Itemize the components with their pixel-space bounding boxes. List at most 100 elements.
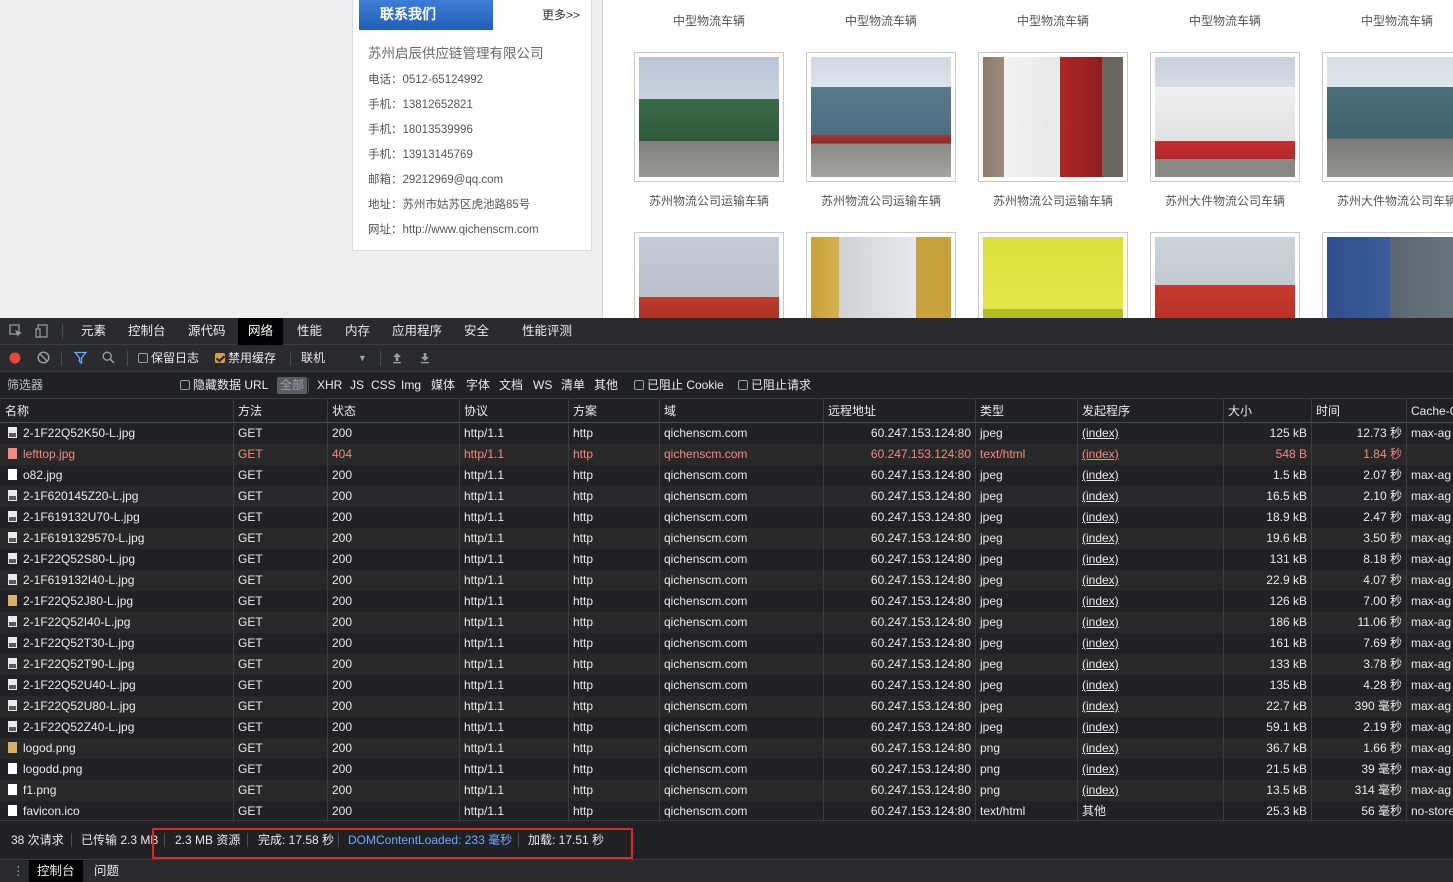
table-row[interactable]: 2-1F22Q52S80-L.jpg GET 200 http/1.1 http qich… (0, 549, 1453, 570)
initiator-value[interactable]: (index) (1082, 510, 1119, 524)
cell-initiator[interactable]: (index) (1077, 486, 1223, 507)
gallery-caption[interactable]: 中型物流车辆 (801, 12, 961, 29)
initiator-value[interactable]: (index) (1082, 615, 1119, 629)
table-row[interactable]: 2-1F619132I40-L.jpg GET 200 http/1.1 http qic… (0, 570, 1453, 591)
filter-media[interactable]: 媒体 (431, 372, 455, 399)
column-header-scheme[interactable]: 方案 (568, 399, 659, 423)
initiator-value[interactable]: (index) (1082, 783, 1119, 797)
vehicle-photo[interactable] (1322, 232, 1453, 318)
blocked-requests-checkbox[interactable]: 已阻止请求 (738, 372, 811, 399)
disable-cache-checkbox[interactable]: 禁用缓存 (215, 345, 276, 372)
column-header-size[interactable]: 大小 (1223, 399, 1311, 423)
column-header-protocol[interactable]: 协议 (459, 399, 568, 423)
table-row[interactable]: o82.jpg GET 200 http/1.1 http qichenscm.com 60… (0, 465, 1453, 486)
vehicle-photo[interactable] (634, 52, 784, 182)
filter-other[interactable]: 其他 (594, 372, 618, 399)
gallery-caption[interactable]: 苏州大件物流公司车辆 (1145, 192, 1305, 209)
table-row[interactable]: logodd.png GET 200 http/1.1 http qichenscm.co… (0, 759, 1453, 780)
cell-initiator[interactable]: (index) (1077, 759, 1223, 780)
initiator-value[interactable]: (index) (1082, 741, 1119, 755)
cell-initiator[interactable]: (index) (1077, 465, 1223, 486)
vehicle-photo[interactable] (978, 232, 1128, 318)
filter-manifest[interactable]: 清单 (561, 372, 585, 399)
gallery-caption[interactable]: 中型物流车辆 (1145, 12, 1305, 29)
filter-doc[interactable]: 文档 (499, 372, 523, 399)
column-header-method[interactable]: 方法 (233, 399, 327, 423)
filter-css[interactable]: CSS (371, 372, 396, 399)
cell-initiator[interactable]: 其他 (1077, 801, 1223, 820)
table-row[interactable]: 2-1F22Q52K50-L.jpg GET 200 http/1.1 http qich… (0, 423, 1453, 444)
initiator-value[interactable]: (index) (1082, 636, 1119, 650)
cell-initiator[interactable]: (index) (1077, 738, 1223, 759)
initiator-value[interactable]: (index) (1082, 594, 1119, 608)
gallery-caption[interactable]: 中型物流车辆 (1317, 12, 1453, 29)
column-header-status[interactable]: 状态 (327, 399, 459, 423)
cell-initiator[interactable]: (index) (1077, 696, 1223, 717)
initiator-value[interactable]: (index) (1082, 678, 1119, 692)
filter-all-button[interactable]: 全部 (277, 377, 308, 394)
cell-initiator[interactable]: (index) (1077, 549, 1223, 570)
filter-js[interactable]: JS (350, 372, 364, 399)
preserve-log-checkbox[interactable]: 保留日志 (138, 345, 199, 372)
cell-initiator[interactable]: (index) (1077, 717, 1223, 738)
gallery-caption[interactable]: 苏州物流公司运输车辆 (801, 192, 961, 209)
filter-ws[interactable]: WS (533, 372, 552, 399)
gallery-caption[interactable]: 苏州物流公司运输车辆 (629, 192, 789, 209)
filter-input[interactable]: 筛选器 (7, 372, 43, 399)
table-row[interactable]: 2-1F22Q52T90-L.jpg GET 200 http/1.1 http qich… (0, 654, 1453, 675)
table-row[interactable]: 2-1F22Q52U40-L.jpg GET 200 http/1.1 http qich… (0, 675, 1453, 696)
initiator-value[interactable]: (index) (1082, 699, 1119, 713)
cell-initiator[interactable]: (index) (1077, 675, 1223, 696)
table-row[interactable]: lefttop.jpg GET 404 http/1.1 http qichenscm.c… (0, 444, 1453, 465)
column-header-time[interactable]: 时间 (1311, 399, 1406, 423)
record-icon[interactable] (9, 345, 21, 372)
vehicle-photo[interactable] (806, 232, 956, 318)
table-row[interactable]: 2-1F620145Z20-L.jpg GET 200 http/1.1 http qic… (0, 486, 1453, 507)
drawer-tab-console[interactable]: 控制台 (29, 860, 83, 882)
filter-font[interactable]: 字体 (466, 372, 490, 399)
cell-initiator[interactable]: (index) (1077, 633, 1223, 654)
gallery-caption[interactable]: 苏州物流公司运输车辆 (973, 192, 1133, 209)
vehicle-photo[interactable] (634, 232, 784, 318)
vehicle-photo[interactable] (806, 52, 956, 182)
column-header-initiator[interactable]: 发起程序 (1077, 399, 1223, 423)
cell-initiator[interactable]: (index) (1077, 507, 1223, 528)
vehicle-photo[interactable] (978, 52, 1128, 182)
cell-initiator[interactable]: (index) (1077, 444, 1223, 465)
tab-lighthouse[interactable]: 性能评测 (512, 318, 582, 345)
initiator-value[interactable]: (index) (1082, 426, 1119, 440)
cell-initiator[interactable]: (index) (1077, 591, 1223, 612)
throttling-select[interactable]: 联机 ▼ (301, 345, 367, 372)
vehicle-photo[interactable] (1150, 232, 1300, 318)
table-row[interactable]: f1.png GET 200 http/1.1 http qichenscm.com 60.… (0, 780, 1453, 801)
gallery-caption[interactable]: 苏州大件物流公司车辆 (1317, 192, 1453, 209)
column-header-remote-address[interactable]: 远程地址 (823, 399, 975, 423)
clear-icon[interactable] (37, 345, 50, 372)
import-har-icon[interactable] (391, 345, 403, 372)
blocked-cookies-checkbox[interactable]: 已阻止 Cookie (634, 372, 724, 399)
table-row[interactable]: 2-1F22Q52U80-L.jpg GET 200 http/1.1 http qich… (0, 696, 1453, 717)
initiator-value[interactable]: (index) (1082, 531, 1119, 545)
initiator-value[interactable]: (index) (1082, 489, 1119, 503)
table-row[interactable]: favicon.ico GET 200 http/1.1 http qichenscm.c… (0, 801, 1453, 820)
table-row[interactable]: 2-1F6191329570-L.jpg GET 200 http/1.1 http qi… (0, 528, 1453, 549)
filter-img[interactable]: Img (401, 372, 421, 399)
tab-application[interactable]: 应用程序 (382, 318, 452, 345)
initiator-value[interactable]: (index) (1082, 447, 1119, 461)
table-row[interactable]: 2-1F619132U70-L.jpg GET 200 http/1.1 http qic… (0, 507, 1453, 528)
cell-initiator[interactable]: (index) (1077, 423, 1223, 444)
tab-network[interactable]: 网络 (238, 318, 284, 345)
tab-console[interactable]: 控制台 (118, 318, 176, 345)
device-toolbar-icon[interactable] (35, 318, 49, 345)
initiator-value[interactable]: (index) (1082, 552, 1119, 566)
gallery-caption[interactable]: 中型物流车辆 (629, 12, 789, 29)
tab-memory[interactable]: 内存 (335, 318, 380, 345)
tab-performance[interactable]: 性能 (287, 318, 332, 345)
cell-initiator[interactable]: (index) (1077, 528, 1223, 549)
gallery-caption[interactable]: 中型物流车辆 (973, 12, 1133, 29)
filter-icon[interactable] (73, 345, 88, 372)
initiator-value[interactable]: (index) (1082, 762, 1119, 776)
table-row[interactable]: logod.png GET 200 http/1.1 http qichenscm.com… (0, 738, 1453, 759)
tab-elements[interactable]: 元素 (71, 318, 116, 345)
export-har-icon[interactable] (419, 345, 431, 372)
